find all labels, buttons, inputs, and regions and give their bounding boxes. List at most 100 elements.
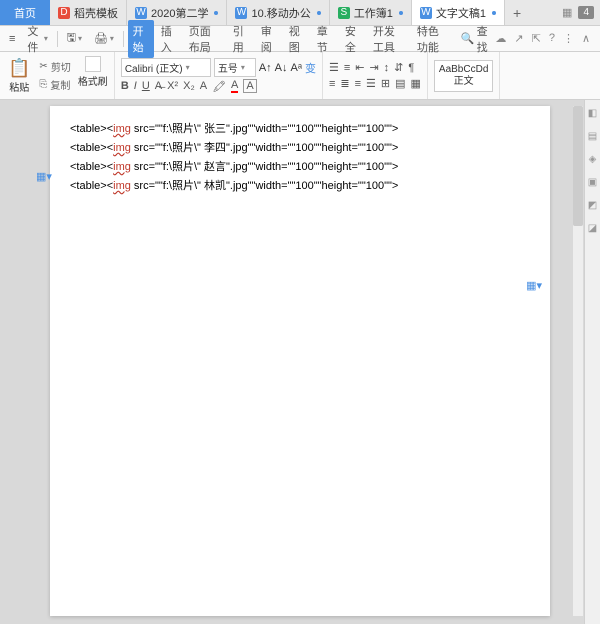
sheet-icon: S <box>338 7 350 19</box>
collapse-icon[interactable]: ∧ <box>582 32 590 45</box>
scroll-thumb[interactable] <box>573 106 583 226</box>
format-painter-label: 格式刷 <box>78 73 108 88</box>
cut-label: 剪切 <box>51 59 71 74</box>
font-name-select[interactable]: Calibri (正文)▾ <box>121 58 211 77</box>
clear-format-icon[interactable]: 变 <box>305 60 316 76</box>
document-area: ▦▾ <table><img src=""f:\照片\" 张三".jpg""wi… <box>0 100 600 624</box>
file-menu-label: 文件 <box>27 23 41 55</box>
paste-button[interactable]: 📋 粘贴 <box>6 56 32 96</box>
strike-button[interactable]: A̶ <box>155 80 162 92</box>
panel-icon[interactable]: ▤ <box>588 131 597 142</box>
tab-label: 工作簿1 <box>354 5 393 21</box>
style-normal[interactable]: AaBbCcDd 正文 <box>434 60 493 92</box>
notification-badge[interactable]: 4 <box>578 6 594 19</box>
styles-group: AaBbCcDd 正文 <box>428 52 500 99</box>
doc-icon: W <box>235 7 247 19</box>
modified-dot-icon <box>214 11 218 15</box>
numbering-icon[interactable]: ≡ <box>344 62 350 74</box>
text-effect-button[interactable]: A <box>200 80 207 92</box>
font-size-select[interactable]: 五号▾ <box>214 58 256 77</box>
more-icon[interactable]: ⋮ <box>563 32 574 45</box>
clipboard-group: 📋 粘贴 ✂ 剪切 ⎘复制 格式刷 <box>0 52 115 99</box>
apps-icon[interactable]: ▦ <box>562 6 572 19</box>
distribute-icon[interactable]: ⊞ <box>381 77 390 90</box>
margin-marker-icon: ▦▾ <box>36 168 52 187</box>
format-painter[interactable]: 格式刷 <box>78 56 108 96</box>
share-icon[interactable]: ↗ <box>514 32 523 45</box>
find-label: 查找 <box>477 23 489 55</box>
paragraph-group: ☰ ≡ ⇤ ⇥ ↕ ⇵ ¶ ≡ ≣ ≡ ☰ ⊞ ▤ ▦ <box>323 52 428 99</box>
add-tab-button[interactable]: + <box>505 5 529 21</box>
font-name-value: Calibri (正文) <box>125 60 183 75</box>
panel-icon[interactable]: ◩ <box>588 200 597 211</box>
tab-label: 10.移动办公 <box>251 5 310 21</box>
modified-dot-icon <box>399 11 403 15</box>
decrease-font-icon[interactable]: A↓ <box>275 62 288 74</box>
menu-bar: ≡ 文件▾ 🖫▾ 🖨▾ 开始 插入 页面布局 引用 审阅 视图 章节 安全 开发… <box>0 26 600 52</box>
underline-button[interactable]: U <box>142 80 150 92</box>
italic-button[interactable]: I <box>134 80 137 92</box>
scissors-icon: ✂ <box>39 61 47 72</box>
menu-list-icon[interactable]: ≡ <box>4 30 20 48</box>
copy-label: 复制 <box>50 77 70 92</box>
panel-icon[interactable]: ◧ <box>588 108 597 119</box>
line-spacing-icon[interactable]: ⇵ <box>394 61 403 74</box>
tab-daoke[interactable]: D稻壳模板 <box>50 0 127 25</box>
save-icon[interactable]: 🖫▾ <box>62 26 87 51</box>
doc-icon: W <box>420 7 432 19</box>
code-line: <table><img src=""f:\照片\" 林凯".jpg""width… <box>70 177 530 196</box>
side-panel: ◧ ▤ ◈ ▣ ◩ ◪ <box>584 100 600 624</box>
ribbon: 📋 粘贴 ✂ 剪切 ⎘复制 格式刷 Calibri (正文)▾ 五号▾ A↑ A↓… <box>0 52 600 100</box>
indent-icon[interactable]: ⇥ <box>369 61 378 74</box>
modified-dot-icon <box>317 11 321 15</box>
shading-icon[interactable]: ▤ <box>395 77 405 90</box>
separator <box>123 31 124 47</box>
style-preview: AaBbCcDd <box>439 64 488 76</box>
tab-label: 文字文稿1 <box>436 5 486 21</box>
justify-icon[interactable]: ☰ <box>366 77 376 90</box>
cloud-icon[interactable]: ☁ <box>495 32 506 45</box>
style-name: 正文 <box>439 76 488 88</box>
doc-icon: W <box>135 7 147 19</box>
print-icon[interactable]: 🖨▾ <box>89 29 119 48</box>
separator <box>57 31 58 47</box>
sort-icon[interactable]: ↕ <box>384 62 390 74</box>
vertical-scrollbar[interactable] <box>573 106 583 616</box>
export-icon[interactable]: ⇱ <box>532 32 541 45</box>
copy-button[interactable]: ⎘复制 <box>36 76 73 93</box>
superscript-button[interactable]: X² <box>167 80 178 92</box>
font-size-value: 五号 <box>218 60 238 75</box>
code-line: <table><img src=""f:\照片\" 张三".jpg""width… <box>70 120 530 139</box>
section-marker-icon: ▦▾ <box>526 277 542 296</box>
font-group: Calibri (正文)▾ 五号▾ A↑ A↓ Aᵃ 变 B I U A̶ X²… <box>115 52 323 99</box>
char-border-button[interactable]: A <box>243 79 256 93</box>
brush-icon <box>85 56 101 72</box>
outdent-icon[interactable]: ⇤ <box>355 61 364 74</box>
highlight-button[interactable]: 🖍 <box>212 80 226 93</box>
bold-button[interactable]: B <box>121 80 129 92</box>
modified-dot-icon <box>492 11 496 15</box>
align-center-icon[interactable]: ≣ <box>340 77 349 90</box>
page[interactable]: ▦▾ <table><img src=""f:\照片\" 张三".jpg""wi… <box>50 106 550 616</box>
increase-font-icon[interactable]: A↑ <box>259 62 272 74</box>
chevron-down-icon: ▾ <box>44 34 48 43</box>
show-marks-icon[interactable]: ¶ <box>408 62 414 74</box>
subscript-button[interactable]: X₂ <box>183 80 195 92</box>
tab-label: 2020第二学 <box>151 5 208 21</box>
panel-icon[interactable]: ◈ <box>589 154 597 165</box>
change-case-icon[interactable]: Aᵃ <box>291 62 302 74</box>
panel-icon[interactable]: ◪ <box>588 223 597 234</box>
copy-icon: ⎘ <box>39 79 47 90</box>
panel-icon[interactable]: ▣ <box>588 177 597 188</box>
clipboard-icon: 📋 <box>8 58 30 79</box>
help-icon[interactable]: ? <box>549 32 555 45</box>
cut-button[interactable]: ✂ 剪切 <box>36 58 73 75</box>
code-line: <table><img src=""f:\照片\" 李四".jpg""width… <box>70 139 530 158</box>
border-icon[interactable]: ▦ <box>411 77 421 90</box>
doc-icon: D <box>58 7 70 19</box>
font-color-button[interactable]: A <box>231 79 238 93</box>
align-right-icon[interactable]: ≡ <box>355 78 361 90</box>
align-left-icon[interactable]: ≡ <box>329 78 335 90</box>
paste-label: 粘贴 <box>9 79 29 94</box>
bullets-icon[interactable]: ☰ <box>329 61 339 74</box>
